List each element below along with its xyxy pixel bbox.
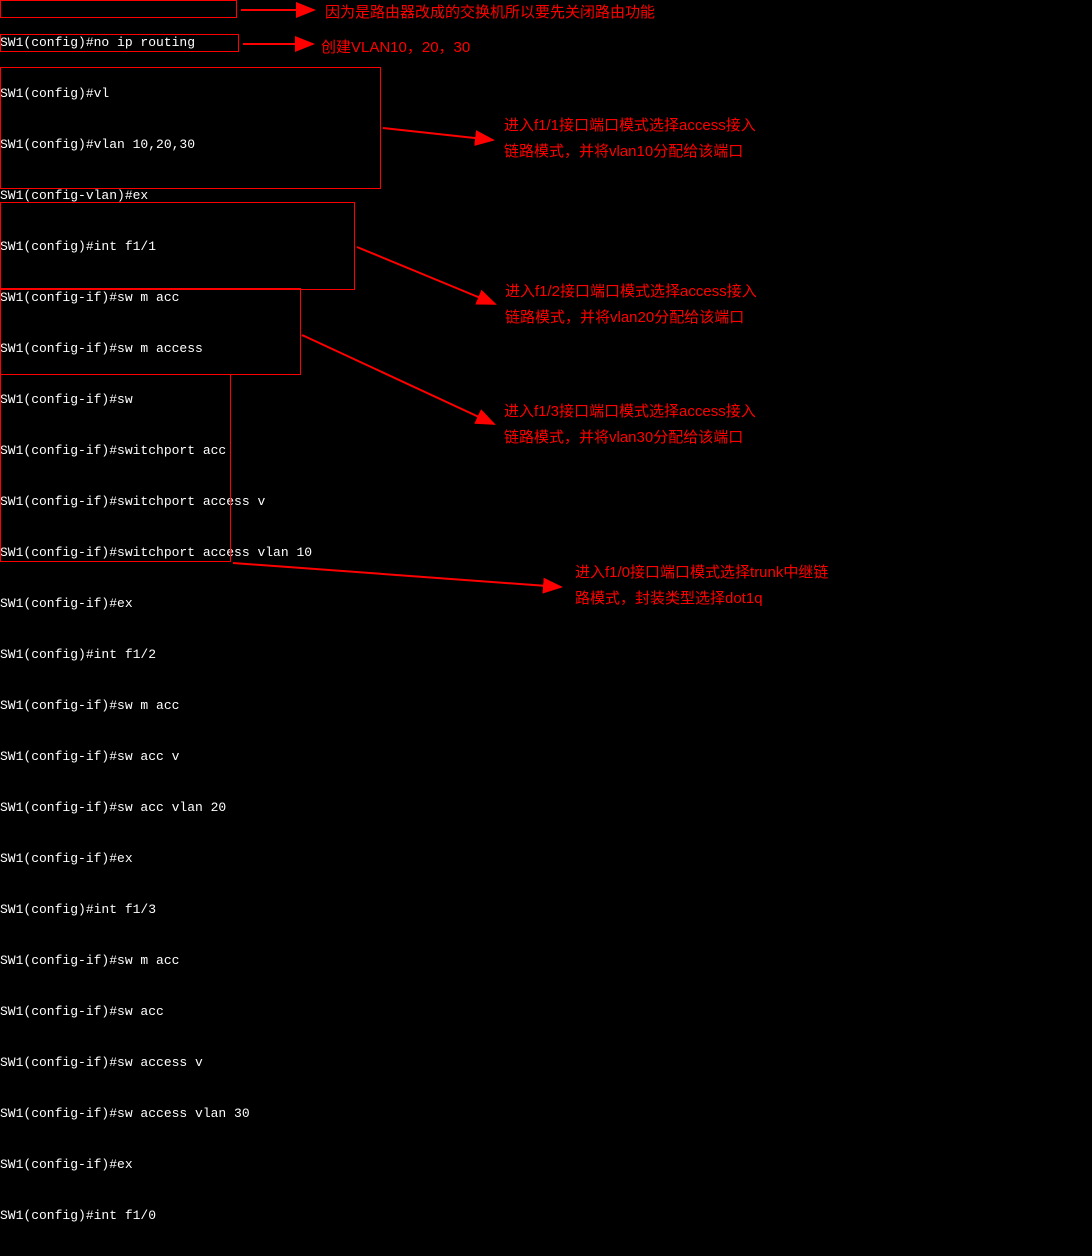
terminal-line: SW1(config)#no ip routing xyxy=(0,34,585,51)
terminal-line: SW1(config-if)#sw acc vlan 20 xyxy=(0,799,585,816)
terminal-line: SW1(config-vlan)#ex xyxy=(0,187,585,204)
terminal-line: SW1(config-if)#sw m acc xyxy=(0,952,585,969)
terminal-line: SW1(config-if)#sw m access xyxy=(0,340,585,357)
terminal-line: SW1(config-if)#switchport acc xyxy=(0,442,585,459)
terminal-line: SW1(config)#vl xyxy=(0,85,585,102)
terminal-line: SW1(config-if)#sw access v xyxy=(0,1054,585,1071)
terminal-line: SW1(config-if)#switchport access vlan 10 xyxy=(0,544,585,561)
terminal-line: SW1(config)#int f1/2 xyxy=(0,646,585,663)
terminal-line: SW1(config-if)#ex xyxy=(0,1156,585,1173)
terminal-line: SW1(config-if)#sw acc v xyxy=(0,748,585,765)
terminal-line: SW1(config-if)#sw xyxy=(0,391,585,408)
terminal-line: SW1(config-if)#ex xyxy=(0,595,585,612)
annotation-6: 进入f1/0接口端口模式选择trunk中继链 路模式，封装类型选择dot1q xyxy=(575,560,828,612)
terminal-line: SW1(config)#int f1/3 xyxy=(0,901,585,918)
terminal-line: SW1(config-if)#ex xyxy=(0,850,585,867)
terminal-line: SW1(config)#int f1/0 xyxy=(0,1207,585,1224)
terminal-output: SW1(config)#no ip routing SW1(config)#vl… xyxy=(0,0,585,1256)
terminal-line: SW1(config)#int f1/1 xyxy=(0,238,585,255)
terminal-line: SW1(config-if)#sw m acc xyxy=(0,697,585,714)
terminal-line: SW1(config)#vlan 10,20,30 xyxy=(0,136,585,153)
terminal-line: SW1(config-if)#sw access vlan 30 xyxy=(0,1105,585,1122)
terminal-line: SW1(config-if)#switchport access v xyxy=(0,493,585,510)
terminal-line: SW1(config-if)#sw m acc xyxy=(0,289,585,306)
terminal-line: SW1(config-if)#sw acc xyxy=(0,1003,585,1020)
